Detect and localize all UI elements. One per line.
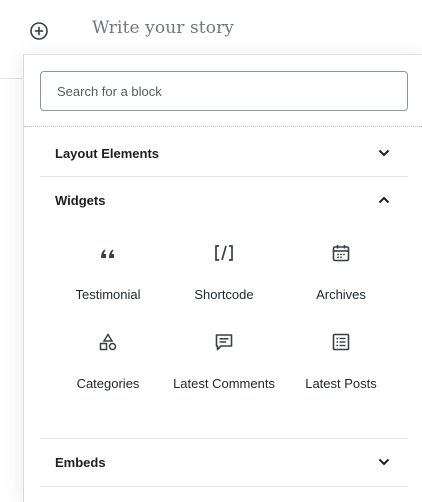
search-wrapper [40,71,408,111]
chevron-down-icon [376,454,392,470]
chevron-down-icon [376,145,392,161]
block-label: Testimonial [75,287,141,302]
divider [0,78,24,79]
block-latest-posts[interactable]: Latest Posts [283,330,399,392]
comment-icon [166,330,282,354]
block-archives[interactable]: Archives [283,241,399,303]
block-latest-comments[interactable]: Latest Comments [166,330,282,392]
panel-title: Widgets [55,192,106,208]
block-testimonial[interactable]: Testimonial [50,241,166,303]
block-label: Latest Comments [173,376,275,391]
block-shortcode[interactable]: Shortcode [166,241,282,303]
shortcode-icon [166,241,282,265]
panel-title: Embeds [55,454,106,470]
block-label: Shortcode [194,287,254,302]
block-label: Latest Posts [305,376,377,391]
shapes-icon [50,330,166,354]
list-icon [283,330,399,354]
block-search-input[interactable] [40,71,408,111]
quote-icon [50,241,166,265]
calendar-icon [283,241,399,265]
story-title-placeholder[interactable]: Write your story [92,18,234,38]
chevron-up-icon [376,192,392,208]
panel-widgets[interactable]: Widgets [40,176,408,224]
block-categories[interactable]: Categories [50,330,166,392]
divider [40,486,408,487]
block-inserter-popover: Layout Elements Widgets Testimonial [23,54,422,502]
divider [24,126,422,127]
plus-circle-icon [30,22,48,40]
panel-layout-elements[interactable]: Layout Elements [40,129,408,177]
block-label: Archives [316,287,366,302]
panel-title: Layout Elements [55,145,160,161]
add-block-button[interactable] [29,21,49,41]
block-label: Categories [76,376,140,391]
panel-embeds[interactable]: Embeds [40,438,408,486]
